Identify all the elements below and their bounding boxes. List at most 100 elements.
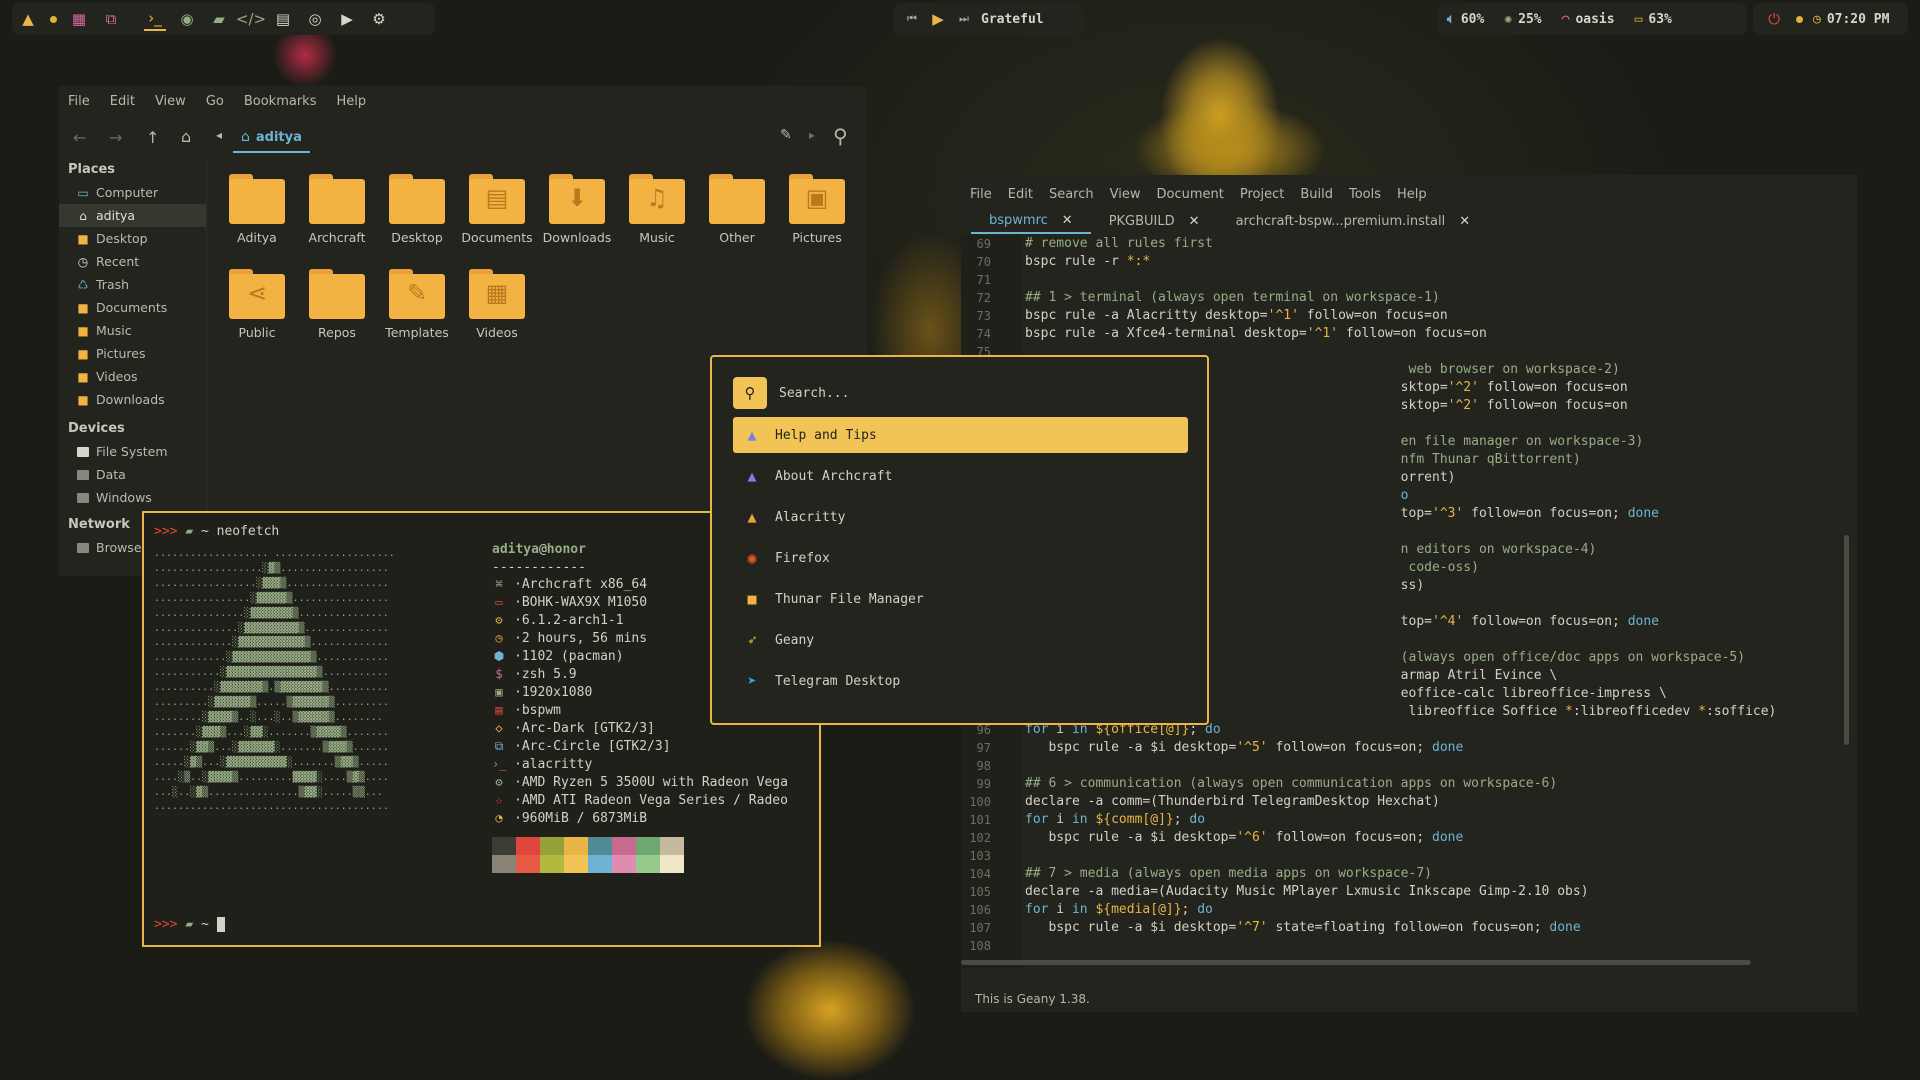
battery-indicator[interactable]: ▭ 63%: [1635, 12, 1672, 27]
location-button[interactable]: ⌂ aditya: [233, 123, 310, 153]
menu-edit[interactable]: Edit: [1008, 187, 1033, 202]
info-row: ◔ · 960MiB / 6873MiB: [492, 809, 788, 827]
sidebar-item-data[interactable]: Data: [59, 463, 206, 486]
color-palette: [492, 837, 788, 873]
notes-launcher-icon[interactable]: ▤: [272, 8, 294, 30]
folder-item[interactable]: Aditya: [219, 174, 295, 245]
sidebar-item-pictures[interactable]: ■ Pictures: [59, 342, 206, 365]
home-icon[interactable]: ⌂: [181, 127, 191, 146]
menu-document[interactable]: Document: [1156, 187, 1223, 202]
menu-file[interactable]: File: [970, 187, 992, 202]
next-track-icon[interactable]: ⏭: [953, 8, 975, 30]
files-launcher-icon[interactable]: ▰: [208, 8, 230, 30]
tab-install-script[interactable]: archcraft-bspw...premium.install ✕: [1218, 208, 1489, 234]
code-line: for i in ${media[@]}; do: [1025, 902, 1213, 917]
menu-project[interactable]: Project: [1240, 187, 1284, 202]
search-icon[interactable]: ⚲: [833, 124, 848, 148]
menu-help[interactable]: Help: [1397, 187, 1427, 202]
path-left-icon[interactable]: ◂: [216, 128, 222, 142]
back-icon[interactable]: ←: [73, 128, 86, 147]
sidebar-item-downloads[interactable]: ■ Downloads: [59, 388, 206, 411]
launcher-item-help-and-tips[interactable]: ▲ Help and Tips: [733, 417, 1188, 453]
browser-launcher-icon[interactable]: ◉: [176, 8, 198, 30]
archcraft-menu-icon[interactable]: ▲: [17, 8, 39, 30]
vertical-scrollbar[interactable]: [1844, 535, 1849, 745]
menu-search[interactable]: Search: [1049, 187, 1094, 202]
search-input[interactable]: Search...: [779, 386, 849, 401]
menu-build[interactable]: Build: [1300, 187, 1333, 202]
launcher-item-firefox[interactable]: ◉ Firefox: [733, 540, 1188, 576]
folder-item[interactable]: ▤ Documents: [459, 174, 535, 245]
launcher-item-telegram-desktop[interactable]: ➤ Telegram Desktop: [733, 663, 1188, 699]
menu-go[interactable]: Go: [206, 94, 224, 109]
wifi-indicator[interactable]: ◠ oasis: [1562, 12, 1615, 27]
workspaces-icon[interactable]: ▦: [68, 8, 90, 30]
drive-icon: [77, 469, 89, 480]
folder-item[interactable]: Archcraft: [299, 174, 375, 245]
launcher-search[interactable]: ⚲ Search...: [733, 377, 1188, 409]
menu-help[interactable]: Help: [336, 94, 366, 109]
line-number: 71: [976, 273, 991, 287]
path-right-icon[interactable]: ▸: [809, 128, 815, 142]
sidebar-item-aditya[interactable]: ⌂ aditya: [59, 204, 206, 227]
edit-path-icon[interactable]: ✎: [780, 127, 792, 143]
launcher-item-geany[interactable]: ➶ Geany: [733, 622, 1188, 658]
line-number: 97: [976, 741, 991, 755]
folder-item[interactable]: ✎ Templates: [379, 269, 455, 340]
folder-item[interactable]: ⬇ Downloads: [539, 174, 615, 245]
sidebar-item-desktop[interactable]: ■ Desktop: [59, 227, 206, 250]
tab-pkgbuild[interactable]: PKGBUILD ✕: [1091, 208, 1218, 234]
folder-item[interactable]: ▣ Pictures: [779, 174, 855, 245]
media-title: Grateful: [981, 11, 1044, 27]
network-icon: [77, 542, 89, 553]
close-icon[interactable]: ✕: [1062, 213, 1073, 228]
drive-icon: [77, 446, 89, 457]
brightness-indicator[interactable]: ✺ 25%: [1504, 12, 1541, 27]
menu-file[interactable]: File: [68, 94, 90, 109]
menu-tools[interactable]: Tools: [1349, 187, 1381, 202]
folder-item[interactable]: Other: [699, 174, 775, 245]
close-icon[interactable]: ✕: [1459, 214, 1470, 229]
menu-view[interactable]: View: [155, 94, 186, 109]
horizontal-scrollbar[interactable]: [961, 960, 1751, 965]
volume-indicator[interactable]: 🔈︎ 60%: [1447, 12, 1484, 27]
menu-edit[interactable]: Edit: [110, 94, 135, 109]
editor-launcher-icon[interactable]: </>: [236, 8, 266, 30]
play-icon[interactable]: ▶: [927, 8, 949, 30]
sidebar-item-videos[interactable]: ■ Videos: [59, 365, 206, 388]
chat-launcher-icon[interactable]: ◎: [304, 8, 326, 30]
windows-icon[interactable]: ⧉: [100, 8, 122, 30]
settings-launcher-icon[interactable]: ⚙: [368, 8, 390, 30]
folder-item[interactable]: ▦ Videos: [459, 269, 535, 340]
sidebar-item-windows[interactable]: Windows: [59, 486, 206, 509]
launcher-item-alacritty[interactable]: ▲ Alacritty: [733, 499, 1188, 535]
code-line: bspc rule -a $i desktop='^6' follow=on f…: [1025, 830, 1464, 845]
close-icon[interactable]: ✕: [1189, 214, 1200, 229]
sidebar-item-recent[interactable]: ◷ Recent: [59, 250, 206, 273]
sidebar-item-file-system[interactable]: File System: [59, 440, 206, 463]
terminal-launcher-icon[interactable]: ›_: [144, 7, 166, 31]
power-icon[interactable]: ⏻: [1763, 8, 1785, 30]
forward-icon[interactable]: →: [109, 128, 122, 147]
youtube-launcher-icon[interactable]: ▶: [336, 8, 358, 30]
up-icon[interactable]: ↑: [146, 128, 159, 147]
folder-item[interactable]: Repos: [299, 269, 375, 340]
folder-item[interactable]: Desktop: [379, 174, 455, 245]
launcher-item-thunar-file-manager[interactable]: ■ Thunar File Manager: [733, 581, 1188, 617]
previous-track-icon[interactable]: ⏮: [901, 8, 923, 30]
sidebar-item-trash[interactable]: ♺ Trash: [59, 273, 206, 296]
menu-view[interactable]: View: [1110, 187, 1141, 202]
clock[interactable]: ◷ 07:20 PM: [1813, 12, 1889, 27]
sidebar-item-computer[interactable]: ▭ Computer: [59, 181, 206, 204]
sidebar-item-music[interactable]: ■ Music: [59, 319, 206, 342]
launcher-item-about-archcraft[interactable]: ▲ About Archcraft: [733, 458, 1188, 494]
sidebar-item-documents[interactable]: ■ Documents: [59, 296, 206, 319]
menu-bookmarks[interactable]: Bookmarks: [244, 94, 317, 109]
separator-dot: [1796, 15, 1803, 23]
folder-item[interactable]: ⋖ Public: [219, 269, 295, 340]
folder-item[interactable]: ♫ Music: [619, 174, 695, 245]
file-manager-toolbar: ← → ↑ ⌂ ◂ ⌂ aditya ✎ ▸ ⚲: [59, 120, 867, 156]
tab-bspwmrc[interactable]: bspwmrc ✕: [971, 208, 1091, 234]
